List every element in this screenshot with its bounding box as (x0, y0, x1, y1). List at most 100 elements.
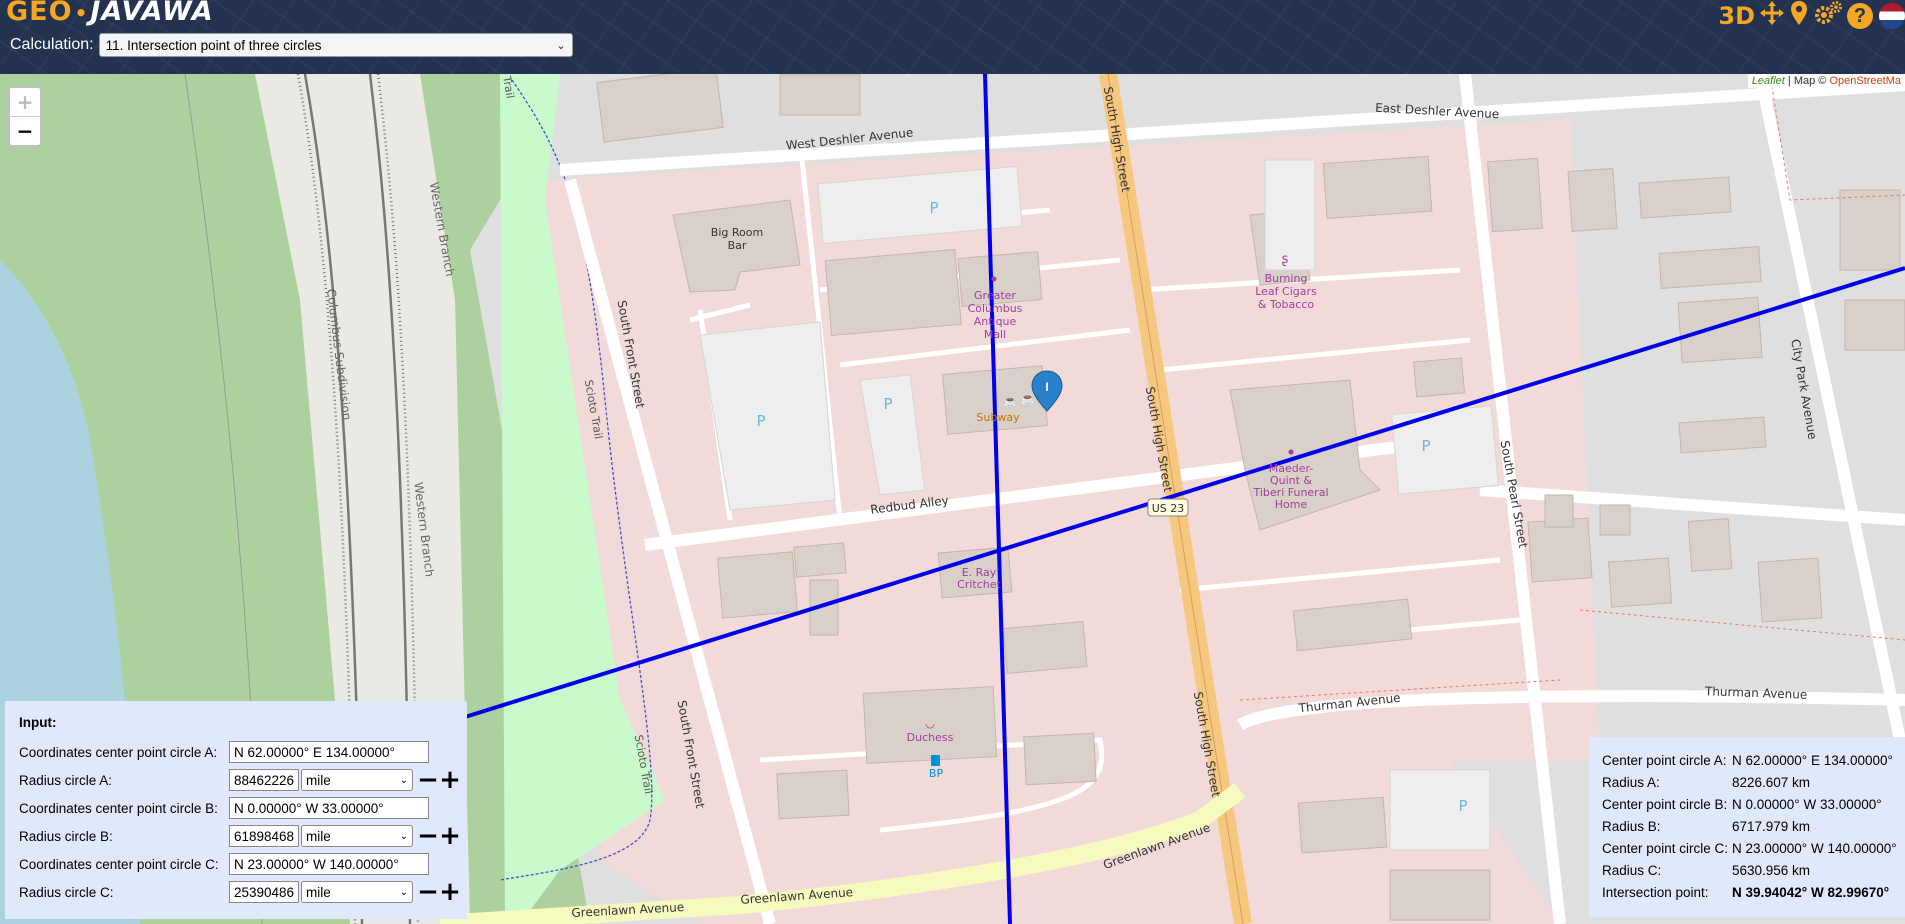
poi-label: Big Room (711, 226, 763, 239)
radius-a-input[interactable]: 88462226 (229, 769, 299, 791)
osm-link[interactable]: OpenStreetMa (1829, 75, 1901, 87)
settings-gears-icon[interactable] (1813, 0, 1843, 32)
move-arrows-icon[interactable] (1759, 0, 1785, 32)
app-logo[interactable]: GEO •JAVAWA (6, 0, 214, 27)
decrement-button[interactable]: − (417, 879, 439, 905)
svg-text:◡: ◡ (925, 717, 935, 730)
poi-label: Columbus (968, 302, 1023, 315)
leaflet-link[interactable]: Leaflet (1752, 75, 1785, 87)
poi-label: Leaf Cigars (1255, 285, 1317, 298)
result-row: Center point circle C: N 23.00000° W 140… (1602, 841, 1897, 856)
increment-button[interactable]: + (439, 879, 461, 905)
logo-dot: • (74, 1, 89, 25)
input-label: Coordinates center point circle C: (19, 856, 219, 872)
input-row-radius-a: Radius circle A: 88462226 mile ⌄ −+ (19, 767, 461, 793)
svg-text:☕: ☕ (1003, 393, 1018, 408)
result-label: Radius B: (1602, 819, 1661, 834)
radius-a-unit-select[interactable]: mile ⌄ (301, 769, 413, 791)
calculation-selected-value: 11. Intersection point of three circles (105, 37, 322, 53)
result-label: Radius A: (1602, 775, 1660, 790)
zoom-out-button[interactable]: − (10, 117, 40, 145)
result-label: Center point circle C: (1602, 841, 1729, 856)
parking-label: P (929, 199, 938, 217)
result-label: Center point circle A: (1602, 753, 1727, 768)
unit-value: mile (306, 884, 331, 900)
result-value: 6717.979 km (1732, 819, 1811, 834)
increment-button[interactable]: + (439, 767, 461, 793)
result-row: Radius B: 6717.979 km (1602, 819, 1810, 834)
poi-label: Burning (1265, 272, 1308, 285)
poi-label: Subway (976, 411, 1020, 424)
input-row-center-a: Coordinates center point circle A: N 62.… (19, 741, 429, 763)
intersection-point-value[interactable]: N 39.94042° W 82.99670° (1732, 885, 1889, 900)
center-c-input[interactable]: N 23.00000° W 140.00000° (229, 853, 429, 875)
poi-label: BP (929, 767, 944, 780)
map-attribution: Leaflet | Map © OpenStreetMa (1747, 74, 1905, 88)
input-panel: Input: Coordinates center point circle A… (5, 701, 467, 919)
3d-icon[interactable]: 3D (1718, 2, 1755, 30)
result-row: Center point circle B: N 0.00000° W 33.0… (1602, 797, 1882, 812)
input-row-radius-b: Radius circle B: 61898468 mile ⌄ −+ (19, 823, 461, 849)
stepper: −+ (417, 823, 461, 849)
help-icon[interactable]: ? (1847, 3, 1873, 29)
increment-button[interactable]: + (439, 823, 461, 849)
poi-label: Home (1275, 498, 1308, 511)
unit-value: mile (306, 772, 331, 788)
center-b-input[interactable]: N 0.00000° W 33.00000° (229, 797, 429, 819)
result-panel: Center point circle A: N 62.00000° E 134… (1589, 737, 1905, 917)
zoom-control: + − (8, 86, 42, 147)
radius-c-input[interactable]: 25390486 (229, 881, 299, 903)
zoom-in-button[interactable]: + (10, 88, 40, 117)
parking-label: P (1458, 797, 1467, 815)
result-value: 5630.956 km (1732, 863, 1811, 878)
input-label: Coordinates center point circle A: (19, 744, 218, 760)
marker-label: I (1045, 380, 1048, 394)
result-row: Center point circle A: N 62.00000° E 134… (1602, 753, 1893, 768)
input-label: Radius circle C: (19, 884, 114, 900)
input-label: Radius circle A: (19, 772, 113, 788)
result-label: Center point circle B: (1602, 797, 1728, 812)
poi-label: Antique (974, 315, 1017, 328)
center-a-input[interactable]: N 62.00000° E 134.00000° (229, 741, 429, 763)
svg-text:ʂ: ʂ (1282, 252, 1289, 267)
calculation-row: Calculation: 11. Intersection point of t… (10, 33, 573, 57)
stepper: −+ (417, 879, 461, 905)
result-value: 8226.607 km (1732, 775, 1811, 790)
decrement-button[interactable]: − (417, 767, 439, 793)
poi-label: Bar (728, 239, 747, 252)
radius-b-unit-select[interactable]: mile ⌄ (301, 825, 413, 847)
parking-label: P (756, 412, 765, 430)
us23-label: US 23 (1152, 502, 1185, 515)
poi-label: Greater (974, 289, 1016, 302)
chevron-down-icon: ⌄ (556, 39, 566, 52)
input-row-center-b: Coordinates center point circle B: N 0.0… (19, 797, 429, 819)
logo-javawa-text: JAVAWA (90, 0, 214, 27)
input-title: Input: (19, 715, 57, 730)
top-toolbar: 3D ? (1718, 0, 1905, 32)
parking-label: P (1421, 437, 1430, 455)
stepper: −+ (417, 767, 461, 793)
attribution-text: | Map © (1787, 75, 1827, 87)
poi-label: Critchet (957, 578, 1001, 591)
flag-nl-icon[interactable] (1879, 3, 1905, 29)
location-pin-icon[interactable] (1789, 0, 1809, 32)
input-row-radius-c: Radius circle C: 25390486 mile ⌄ −+ (19, 879, 461, 905)
chevron-down-icon: ⌄ (399, 886, 408, 898)
decrement-button[interactable]: − (417, 823, 439, 849)
poi-label: Mall (984, 328, 1006, 341)
result-value: N 62.00000° E 134.00000° (1732, 753, 1893, 768)
poi-label: Duchess (907, 731, 954, 744)
input-label: Coordinates center point circle B: (19, 800, 218, 816)
radius-b-input[interactable]: 61898468 (229, 825, 299, 847)
result-value: N 0.00000° W 33.00000° (1732, 797, 1882, 812)
chevron-down-icon: ⌄ (399, 830, 408, 842)
input-label: Radius circle B: (19, 828, 113, 844)
result-row: Radius C: 5630.956 km (1602, 863, 1810, 878)
result-row-intersection: Intersection point: N 39.94042° W 82.996… (1602, 885, 1889, 900)
chevron-down-icon: ⌄ (399, 774, 408, 786)
app-header: GEO •JAVAWA Calculation: 11. Intersection… (0, 0, 1905, 74)
radius-c-unit-select[interactable]: mile ⌄ (301, 881, 413, 903)
result-label: Radius C: (1602, 863, 1662, 878)
calculation-select[interactable]: 11. Intersection point of three circles … (98, 33, 573, 57)
parking-label: P (883, 395, 892, 413)
